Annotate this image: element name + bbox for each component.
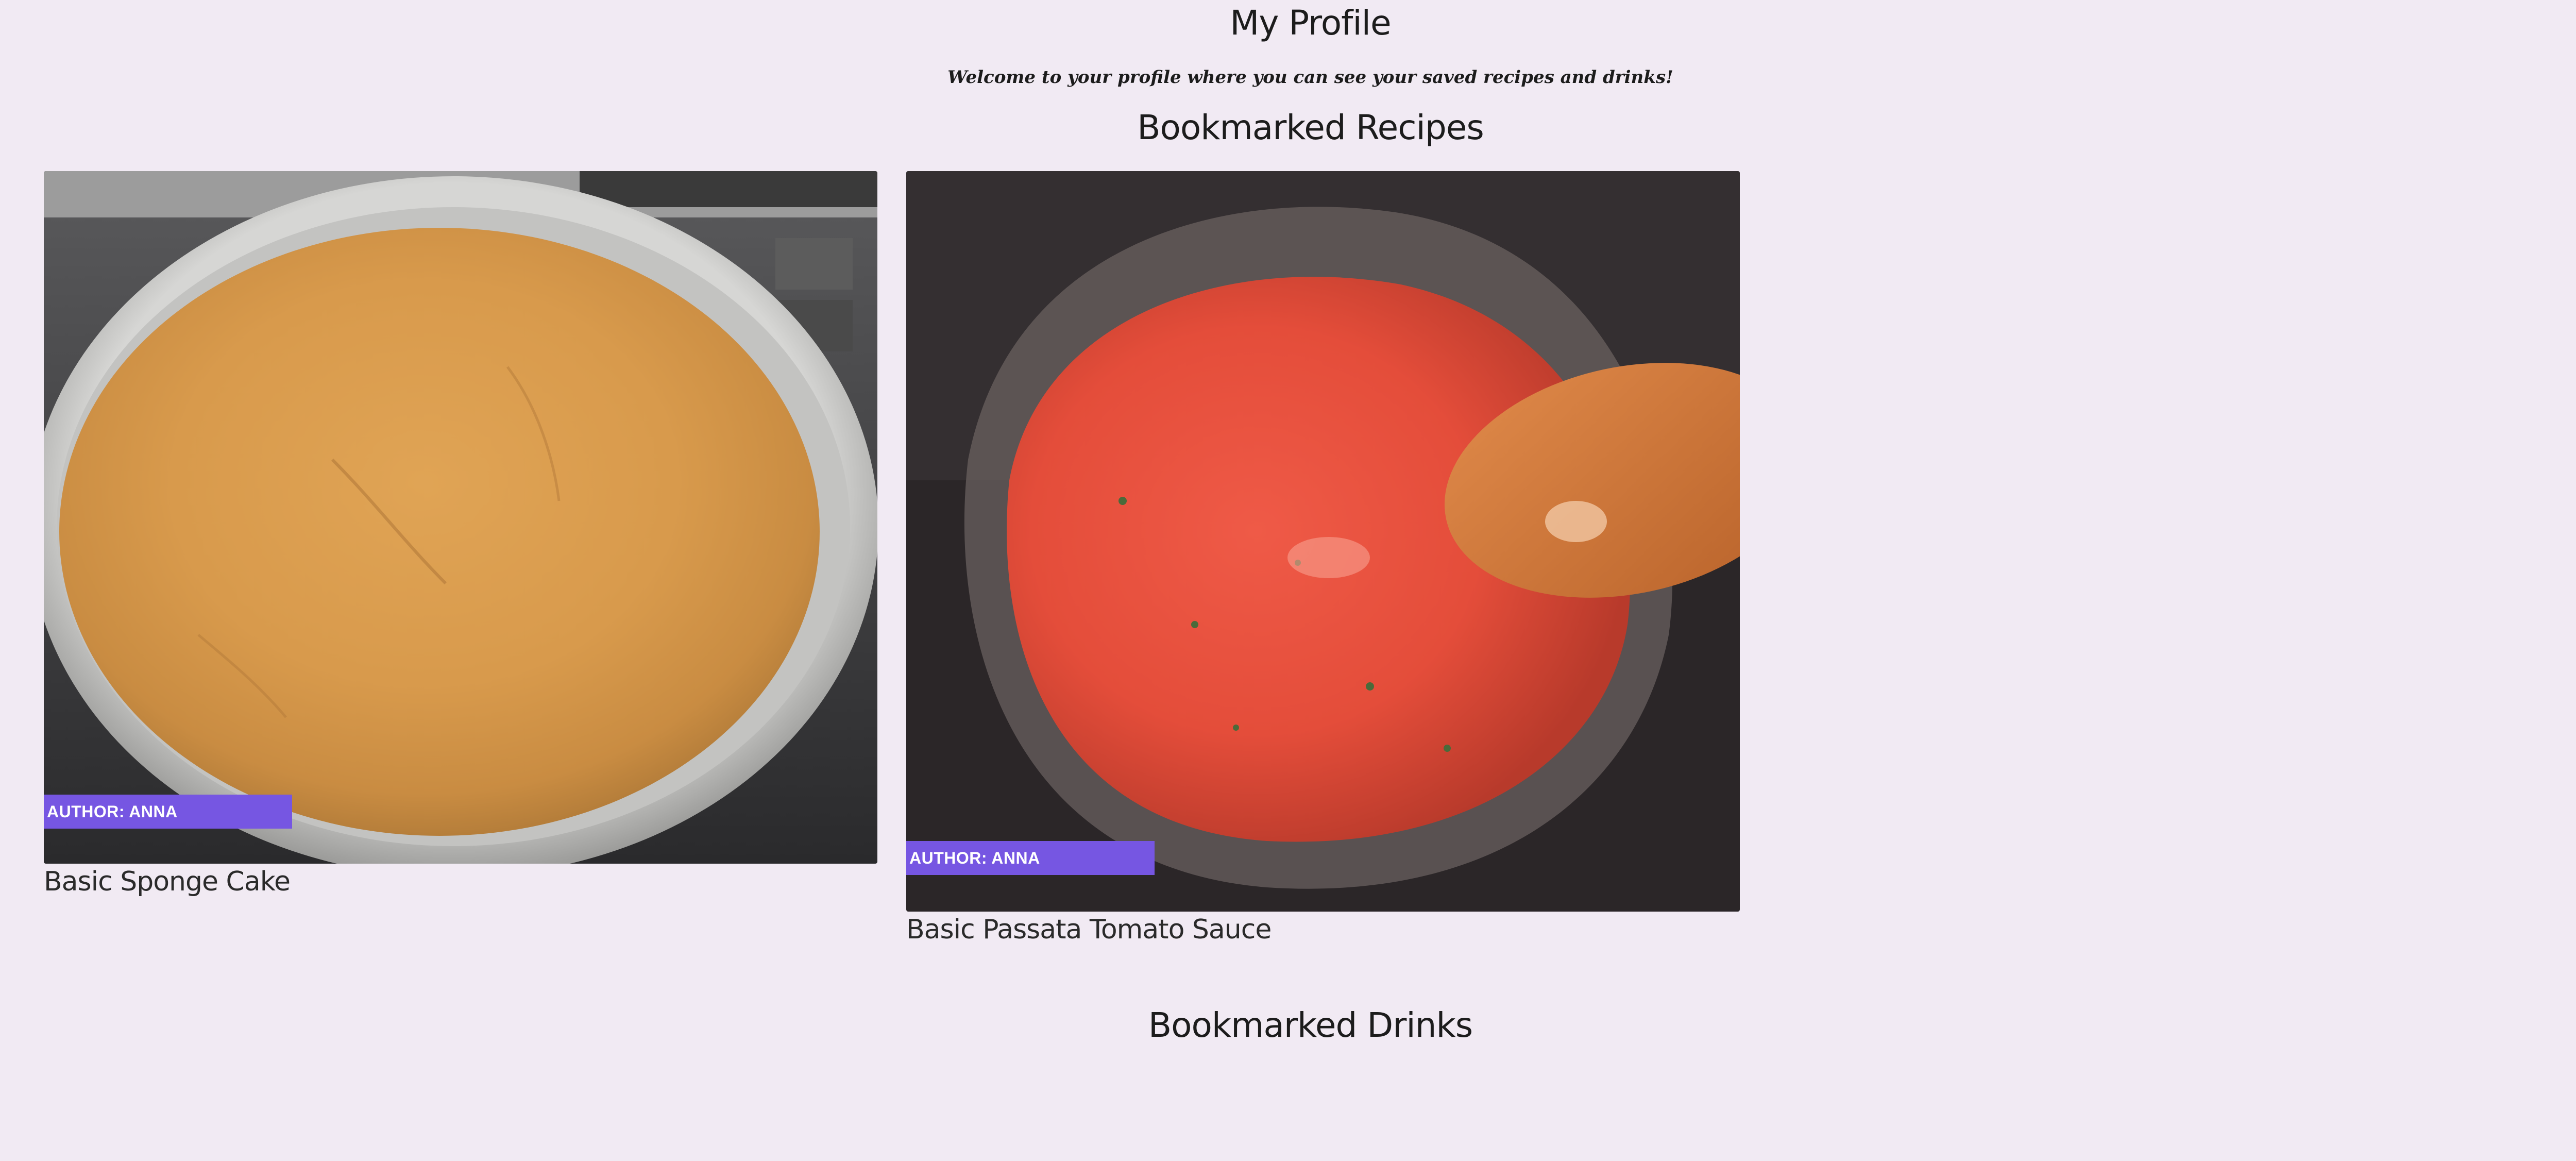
sponge-cake-photo: [44, 171, 877, 864]
bookmarked-drinks-heading: Bookmarked Drinks: [1148, 1005, 1473, 1045]
recipe-card-passata-sauce[interactable]: AUTHOR: ANNA Basic Passata Tomato Sauce: [906, 171, 1740, 948]
bookmarked-recipes-heading: Bookmarked Recipes: [1137, 108, 1484, 147]
recipe-card-sponge-cake[interactable]: AUTHOR: ANNA Basic Sponge Cake: [44, 171, 877, 900]
recipe-image-passata-sauce[interactable]: AUTHOR: ANNA: [906, 171, 1740, 912]
passata-sauce-photo: [906, 171, 1740, 912]
author-tag: AUTHOR: ANNA: [44, 795, 292, 829]
author-tag: AUTHOR: ANNA: [906, 841, 1155, 875]
recipe-image-sponge-cake[interactable]: AUTHOR: ANNA: [44, 171, 877, 864]
page-title: My Profile: [1230, 3, 1391, 43]
recipe-title[interactable]: Basic Sponge Cake: [44, 864, 877, 900]
recipe-title[interactable]: Basic Passata Tomato Sauce: [906, 912, 1740, 948]
welcome-message: Welcome to your profile where you can se…: [947, 67, 1673, 88]
